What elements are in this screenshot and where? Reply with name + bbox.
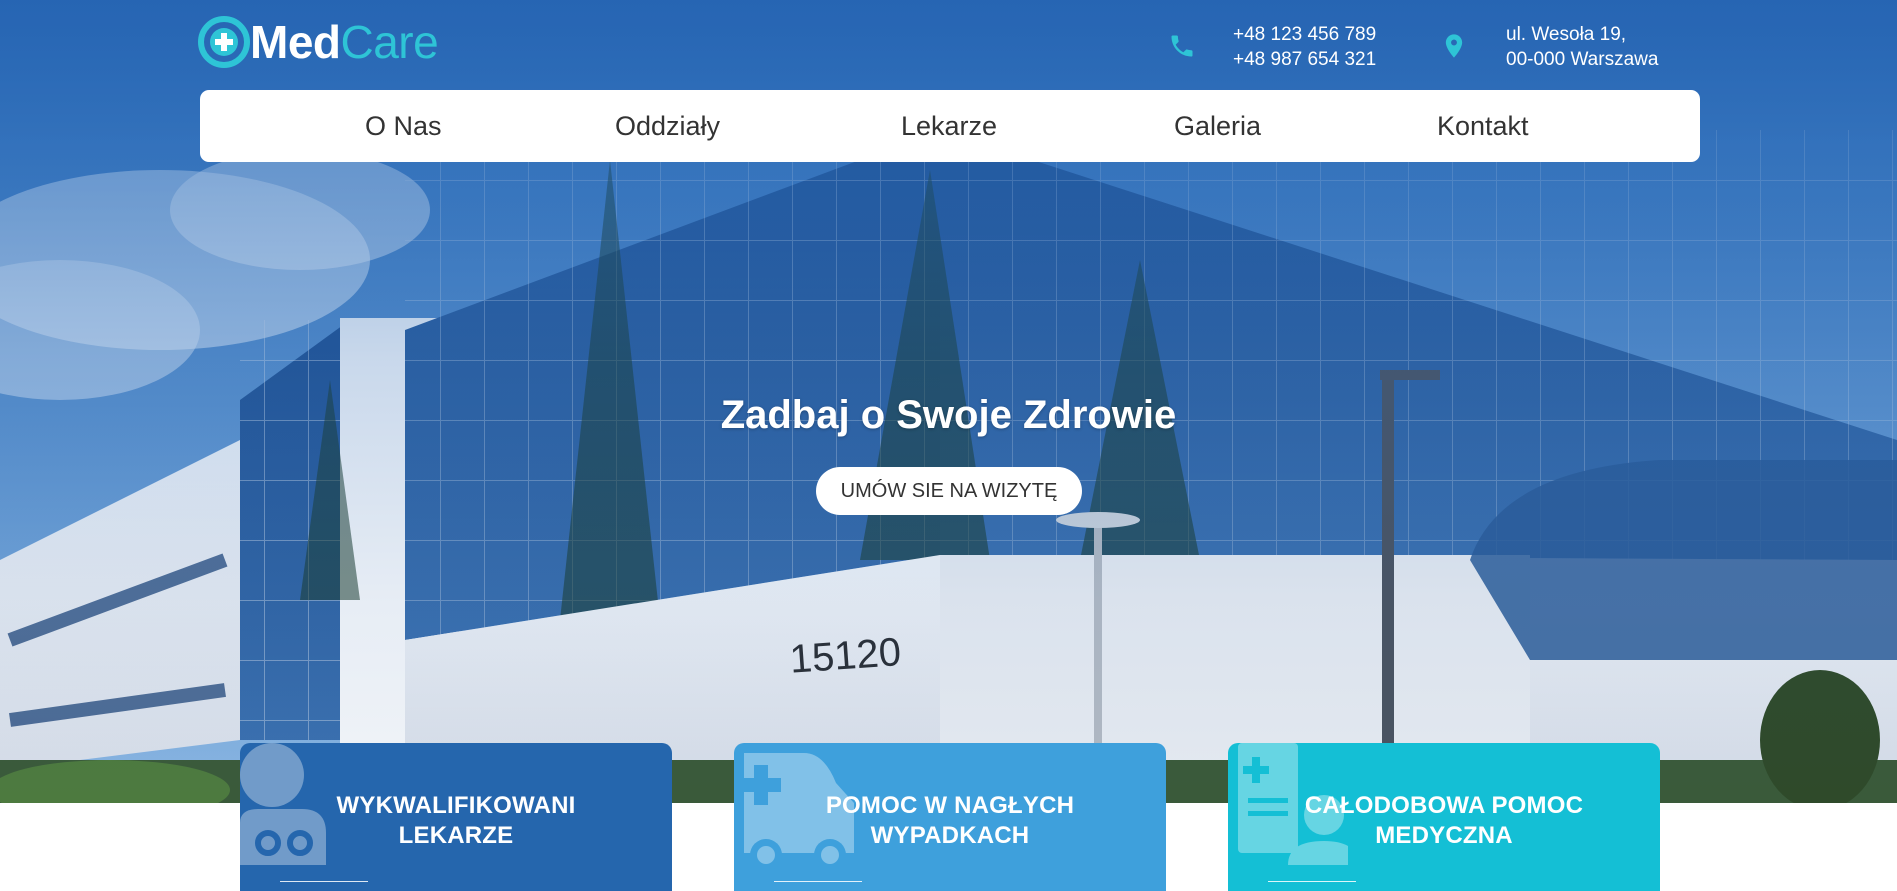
brand-name-part2: Care (340, 16, 439, 68)
phone-number-2[interactable]: +48 987 654 321 (1233, 47, 1376, 72)
hero-title: Zadbaj o Swoje Zdrowie (720, 393, 1177, 437)
phone-number-1[interactable]: +48 123 456 789 (1233, 22, 1376, 47)
feature-card-emergency[interactable]: POMOC W NAGŁYCH WYPADKACH (734, 743, 1166, 891)
feature-title-line1: POMOC W NAGŁYCH (825, 792, 1075, 819)
nav-item-galeria[interactable]: Galeria (1174, 90, 1261, 162)
feature-divider (774, 881, 862, 882)
feature-divider (1268, 881, 1356, 882)
brand-name: MedCare (250, 16, 439, 68)
feature-card-doctors[interactable]: WYKWALIFIKOWANI LEKARZE (240, 743, 672, 891)
feature-card-24h[interactable]: CAŁODOBOWA POMOC MEDYCZNA (1228, 743, 1660, 891)
phone-icon (1171, 35, 1193, 57)
feature-title-line2: MEDYCZNA (1375, 822, 1513, 849)
feature-title-line2: LEKARZE (398, 822, 514, 849)
location-pin-icon (1445, 34, 1463, 58)
nav-item-oddzialy[interactable]: Oddziały (615, 90, 720, 162)
nav-item-o-nas[interactable]: O Nas (365, 90, 442, 162)
feature-title-line1: CAŁODOBOWA POMOC (1304, 792, 1584, 819)
address-line-1: ul. Wesoła 19, (1506, 24, 1627, 45)
brand-name-part1: Med (250, 16, 341, 68)
book-appointment-button[interactable]: UMÓW SIE NA WIZYTĘ (816, 467, 1082, 515)
contact-address: ul. Wesoła 19, 00-000 Warszawa (1440, 22, 1658, 72)
main-nav: O Nas Oddziały Lekarze Galeria Kontakt (200, 90, 1700, 162)
nav-item-lekarze[interactable]: Lekarze (901, 90, 997, 162)
medical-cross-circle-icon (198, 16, 250, 68)
nav-item-kontakt[interactable]: Kontakt (1437, 90, 1529, 162)
contact-phone: +48 123 456 789 +48 987 654 321 (1168, 22, 1376, 72)
address-line-2: 00-000 Warszawa (1506, 49, 1659, 70)
feature-divider (280, 881, 368, 882)
feature-title: WYKWALIFIKOWANI LEKARZE (240, 791, 672, 851)
feature-title-line2: WYPADKACH (870, 822, 1030, 849)
feature-title: POMOC W NAGŁYCH WYPADKACH (734, 791, 1166, 851)
feature-title: CAŁODOBOWA POMOC MEDYCZNA (1228, 791, 1660, 851)
feature-title-line1: WYKWALIFIKOWANI (336, 792, 576, 819)
brand-logo[interactable]: MedCare (198, 16, 439, 68)
